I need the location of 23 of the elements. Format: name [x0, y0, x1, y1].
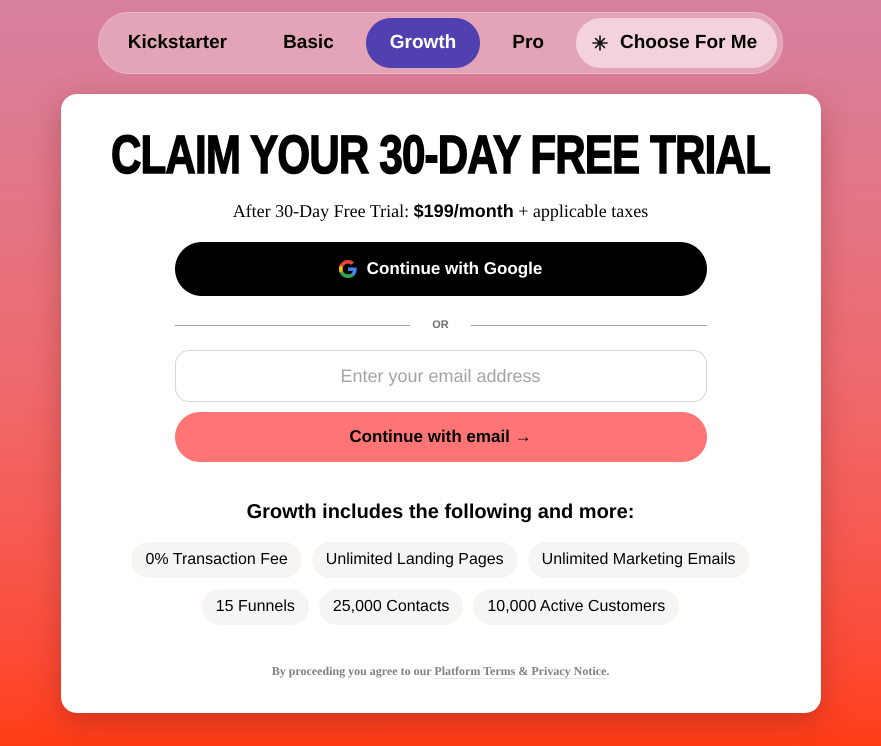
feature-chip: 0% Transaction Fee: [131, 542, 302, 578]
divider-label: OR: [432, 318, 449, 333]
feature-chip: 15 Funnels: [202, 589, 309, 625]
terms-link[interactable]: Platform Terms: [434, 664, 516, 679]
plan-tab[interactable]: Kickstarter: [104, 18, 252, 68]
feature-chip: Unlimited Marketing Emails: [528, 542, 750, 578]
plan-tab[interactable]: Pro: [488, 18, 568, 68]
legal-notice: By proceeding you agree to our Platform Terms & Privacy Notice.: [272, 663, 610, 679]
features-heading: Growth includes the following and more:: [246, 500, 634, 524]
plan-tab[interactable]: Choose For Me: [576, 18, 778, 68]
price-note: After 30-Day Free Trial: $199/month + applicable taxes: [232, 200, 648, 223]
privacy-link[interactable]: Privacy Notice: [531, 664, 606, 679]
plan-tab[interactable]: Basic: [259, 18, 358, 68]
google-g-icon: [338, 260, 357, 278]
google-button[interactable]: Continue with Google: [174, 242, 706, 296]
feature-chip: Unlimited Landing Pages: [312, 542, 518, 578]
card-title: CLAIM YOUR 30-DAY FREE TRIAL: [111, 128, 770, 182]
plan-tab[interactable]: Growth: [366, 18, 480, 68]
feature-chip: 25,000 Contacts: [318, 589, 464, 625]
sparkle-icon: [592, 35, 608, 51]
email-button[interactable]: Continue with email →: [174, 412, 706, 462]
feature-chip: 10,000 Active Customers: [473, 589, 680, 625]
email-input[interactable]: Enter your email address: [174, 350, 706, 402]
